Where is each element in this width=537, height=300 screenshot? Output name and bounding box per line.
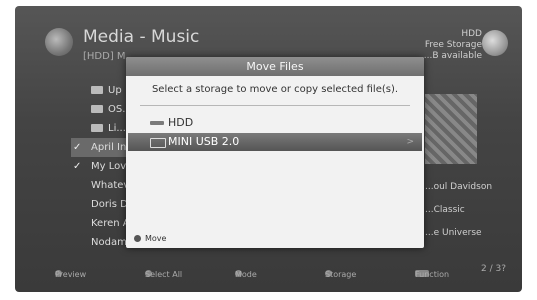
storage-option-hdd[interactable]: HDD [128, 114, 422, 132]
folder-icon [91, 124, 103, 132]
storage-free-value: ...B available [423, 51, 482, 61]
music-disc-icon [45, 28, 73, 56]
page-title: Media - Music [83, 27, 200, 47]
storage-option-usb[interactable]: MINI USB 2.0 > [128, 133, 422, 151]
detail-artist: ...oul Davidson [425, 182, 493, 192]
page-indicator: 2 / 3? [481, 264, 506, 274]
dialog-message: Select a storage to move or copy selecte… [151, 84, 399, 95]
divider [140, 105, 410, 106]
chevron-right-icon: > [406, 137, 414, 147]
storage-label: HDD [461, 29, 482, 39]
red-button-icon [134, 235, 141, 242]
usb-icon [150, 138, 166, 148]
hdd-icon [150, 121, 164, 125]
folder-icon [91, 86, 103, 94]
storage-free-label: Free Storage [424, 40, 482, 50]
folder-icon [91, 105, 103, 113]
dialog-footer-move[interactable]: Move [134, 234, 166, 243]
hdd-disc-icon [482, 30, 508, 56]
detail-album: ...e Universe [425, 228, 482, 238]
check-icon: ✓ [73, 142, 82, 153]
album-art [425, 94, 477, 164]
detail-genre: ...Classic [425, 205, 465, 215]
move-files-dialog: Move Files Select a storage to move or c… [126, 57, 424, 248]
storage-info: HDD Free Storage ...B available [424, 29, 482, 62]
check-icon: ✓ [73, 161, 82, 172]
dialog-title: Move Files [126, 57, 424, 76]
